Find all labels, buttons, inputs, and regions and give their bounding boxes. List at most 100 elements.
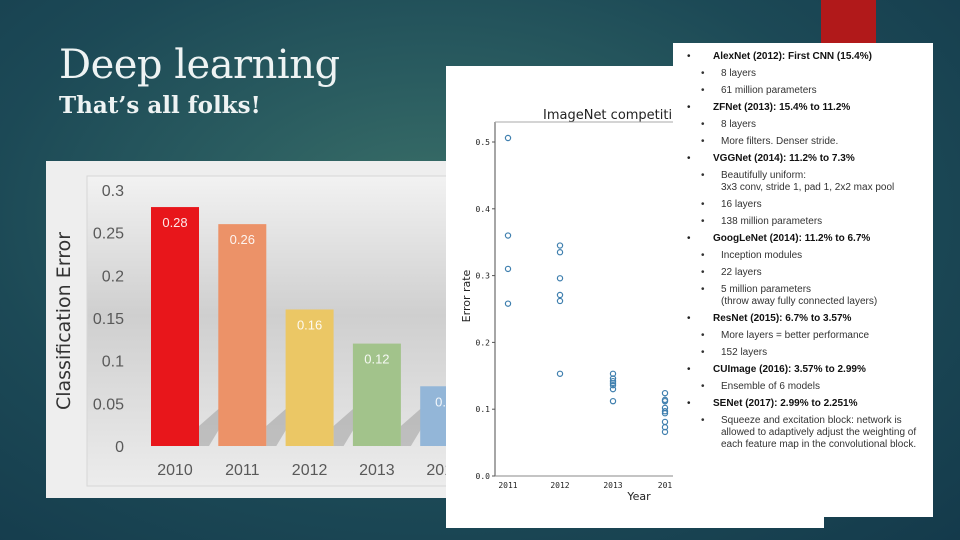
bullet-glyph-icon: • (701, 250, 705, 261)
sub-bullet-text: 138 million parameters (721, 216, 823, 227)
sub-bullet-text: More layers = better performance (721, 330, 870, 341)
bullet-item: • CUImage (2016): 3.57% to 2.99% • Ensemble… (681, 364, 927, 393)
sub-bullet-text: 61 million parameters (721, 85, 817, 96)
bullet-heading: GoogLeNet (2014): 11.2% to 6.7% (713, 233, 871, 244)
sub-bullet-item: • Ensemble of 6 models (689, 381, 927, 393)
data-point-2014 (661, 418, 669, 426)
data-point-2011 (504, 134, 512, 142)
bullet-glyph-icon: • (701, 119, 705, 130)
bullet-glyph-icon: • (687, 233, 691, 244)
x-tick-label: 2012 (550, 481, 569, 490)
bullet-glyph-icon: • (687, 364, 691, 375)
bullet-glyph-icon: • (701, 68, 705, 79)
bullet-glyph-icon: • (701, 284, 705, 295)
bullet-glyph-icon: • (701, 415, 705, 426)
scatter-title: ImageNet competiti (543, 108, 672, 123)
bar-2010 (151, 207, 199, 446)
sub-bullet-text: 8 layers (721, 119, 757, 130)
y-tick-label: 0.3 (476, 272, 491, 281)
x-tick-label: 2012 (292, 462, 328, 479)
y-tick-label: 0.4 (476, 205, 491, 214)
sub-bullet-item: • More filters. Denser stride. (689, 136, 927, 148)
bullet-glyph-icon: • (701, 170, 705, 181)
sub-bullet-list: • More layers = better performance • 152 la… (681, 330, 927, 359)
bullet-heading: VGGNet (2014): 11.2% to 7.3% (713, 153, 855, 164)
bar-chart-svg: 0 0.05 0.1 0.15 0.2 0.25 0.3 Classification Err… (53, 175, 450, 487)
sub-bullet-item: • 61 million parameters (689, 85, 927, 97)
y-tick-label: 0.25 (93, 226, 124, 243)
bullet-item: • GoogLeNet (2014): 11.2% to 6.7% • Incepti… (681, 233, 927, 308)
sub-bullet-list: • Inception modules • 22 layers • 5 million p… (681, 250, 927, 308)
sub-bullet-text: 22 layers (721, 267, 762, 278)
data-point-2012 (556, 291, 564, 299)
classification-error-bar-chart: 0 0.05 0.1 0.15 0.2 0.25 0.3 Classification Err… (46, 161, 450, 498)
bullet-glyph-icon: • (701, 330, 705, 341)
sub-bullet-text: More filters. Denser stride. (721, 136, 839, 147)
sub-bullet-item: • 16 layers (689, 199, 927, 211)
data-point-2011 (504, 300, 512, 307)
x-tick-label: 2010 (157, 462, 193, 479)
data-point-2011 (504, 232, 512, 239)
sub-bullet-text: 8 layers (721, 68, 757, 79)
sub-bullet-text: Inception modules (721, 250, 803, 261)
sub-bullet-item: • 5 million parameters (throw away fully … (689, 284, 927, 308)
bullet-heading: ZFNet (2013): 15.4% to 11.2% (713, 102, 851, 113)
bullet-item: • VGGNet (2014): 11.2% to 7.3% • Beautifull… (681, 153, 927, 228)
slide-title: Deep learning (59, 42, 340, 88)
sub-bullet-item: • More layers = better performance (689, 330, 927, 342)
data-point-2011 (504, 265, 512, 273)
bullet-heading: SENet (2017): 2.99% to 2.251% (713, 398, 858, 409)
bullet-glyph-icon: • (701, 136, 705, 147)
sub-bullet-text: 152 layers (721, 347, 768, 358)
sub-bullet-list: • Beautifully uniform: 3x3 conv, stride 1… (681, 170, 927, 228)
x-tick-label: 2013 (359, 462, 395, 479)
sub-bullet-item: • 8 layers (689, 68, 927, 80)
data-point-2012 (556, 297, 564, 305)
bullet-glyph-icon: • (701, 216, 705, 227)
sub-bullet-item: • 8 layers (689, 119, 927, 131)
sub-bullet-item: • 152 layers (689, 347, 927, 359)
data-label: 0.26 (230, 232, 255, 247)
sub-bullet-list: • Squeeze and excitation block: network i… (681, 415, 927, 451)
y-tick-label: 0.3 (102, 183, 124, 200)
sub-bullet-item: • Inception modules (689, 250, 927, 262)
y-tick-label: 0.2 (102, 268, 124, 285)
bullet-glyph-icon: • (701, 381, 705, 392)
data-label: 0.28 (162, 215, 187, 230)
sub-bullet-list: • 8 layers • 61 million parameters (681, 68, 927, 97)
data-point-2014 (661, 389, 669, 397)
sub-bullet-text: Ensemble of 6 models (721, 381, 820, 392)
bullet-glyph-icon: • (687, 398, 691, 409)
cnn-history-bullet-list: • AlexNet (2012): First CNN (15.4%) • 8 lay… (673, 43, 933, 517)
sub-bullet-item: • 22 layers (689, 267, 927, 279)
bullet-heading: AlexNet (2012): First CNN (15.4%) (713, 51, 872, 62)
sub-bullet-item: • Beautifully uniform: 3x3 conv, stride 1… (689, 170, 927, 194)
y-tick-label: 0.1 (476, 405, 491, 414)
sub-bullet-text: 5 million parameters (throw away fully c… (721, 284, 878, 307)
bullet-item: • AlexNet (2012): First CNN (15.4%) • 8 lay… (681, 51, 927, 97)
x-tick-label: 2011 (225, 462, 260, 479)
bar-2011 (218, 224, 267, 446)
y-tick-label: 0.05 (93, 396, 124, 413)
data-point-2012 (556, 242, 564, 249)
y-axis-label: Classification Error (53, 232, 75, 410)
slide-subtitle: That’s all folks! (59, 92, 261, 119)
bullet-heading: ResNet (2015): 6.7% to 3.57% (713, 313, 852, 324)
sub-bullet-item: • Squeeze and excitation block: network i… (689, 415, 927, 451)
x-axis-label: Year (626, 490, 651, 503)
y-tick-label: 0.15 (93, 311, 124, 328)
y-tick-label: 0 (115, 439, 124, 456)
bullet-glyph-icon: • (687, 153, 691, 164)
data-point-2012 (556, 249, 564, 256)
y-tick-label: 0.5 (476, 138, 491, 147)
sub-bullet-item: • 138 million parameters (689, 216, 927, 228)
bullet-glyph-icon: • (701, 199, 705, 210)
y-tick-label: 0.1 (102, 354, 124, 371)
sub-bullet-text: 16 layers (721, 199, 762, 210)
data-point-2013 (609, 397, 617, 405)
bullet-item: • ZFNet (2013): 15.4% to 11.2% • 8 layers • M… (681, 102, 927, 148)
bullet-glyph-icon: • (687, 51, 691, 62)
bullet-glyph-icon: • (701, 347, 705, 358)
bullet-glyph-icon: • (687, 313, 691, 324)
bullet-heading: CUImage (2016): 3.57% to 2.99% (713, 364, 866, 375)
